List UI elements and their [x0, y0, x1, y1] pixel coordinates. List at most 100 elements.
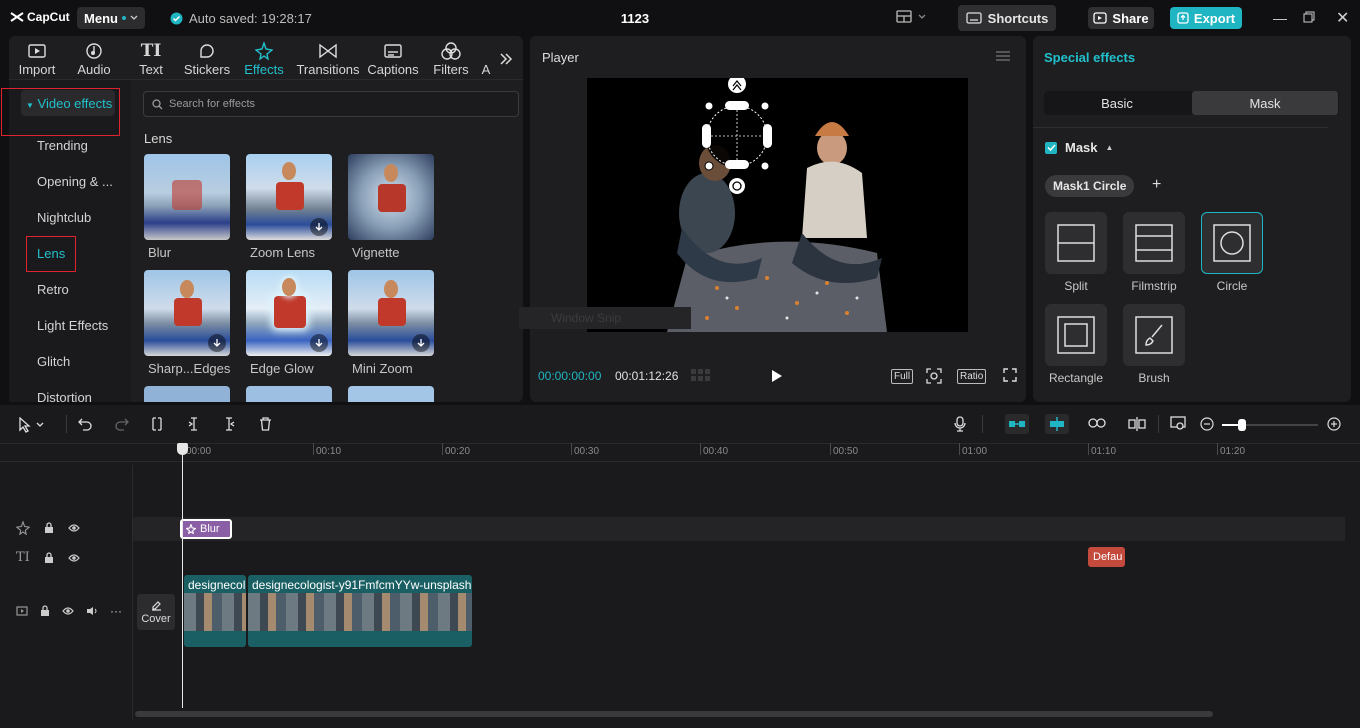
horizontal-scrollbar[interactable]	[135, 711, 1213, 717]
download-icon[interactable]	[412, 334, 430, 352]
download-icon[interactable]	[310, 334, 328, 352]
sidebar-item-distortion[interactable]: Distortion	[37, 390, 92, 405]
delete-button[interactable]	[259, 417, 272, 431]
search-icon	[152, 98, 163, 109]
media-panel: Import Audio TI Text Stickers Effects Tr…	[1, 36, 523, 405]
redo-button[interactable]	[115, 417, 129, 431]
mask-split[interactable]	[1045, 212, 1107, 274]
split-clip-icon	[152, 417, 162, 431]
video-clip[interactable]: designecologist-y91FmfcmYYw-unsplash	[248, 575, 472, 647]
sidebar-item-trending[interactable]: Trending	[37, 138, 88, 153]
highlight-box	[26, 236, 76, 272]
trim-left-button[interactable]	[188, 417, 200, 431]
effect-thumb-blur[interactable]	[144, 154, 230, 240]
full-button[interactable]: Full	[891, 369, 914, 384]
undo-button[interactable]	[78, 417, 92, 431]
zoom-slider-handle[interactable]	[1238, 419, 1246, 431]
zoom-slider[interactable]	[1222, 419, 1318, 431]
search-input[interactable]: Search for effects	[143, 91, 519, 117]
mask-circle[interactable]	[1201, 212, 1263, 274]
sidebar-item-light-effects[interactable]: Light Effects	[37, 318, 108, 333]
sticker-icon	[200, 44, 214, 58]
ratio-button[interactable]: Ratio	[957, 369, 987, 384]
video-preview[interactable]	[587, 78, 968, 332]
import-icon	[28, 44, 46, 58]
divider	[982, 415, 983, 433]
more-icon: ···	[110, 604, 122, 618]
sidebar-item-opening[interactable]: Opening & ...	[37, 174, 113, 189]
effect-thumb-edge-glow[interactable]	[246, 270, 332, 356]
tab-filters[interactable]: Filters	[423, 40, 479, 77]
playhead-handle[interactable]	[177, 443, 188, 455]
sidebar-item-glitch[interactable]: Glitch	[37, 354, 70, 369]
record-audio-button[interactable]	[954, 416, 966, 432]
tab-import[interactable]: Import	[9, 40, 65, 77]
zoom-to-fit-button[interactable]	[1170, 416, 1186, 431]
video-clip[interactable]: designecol	[184, 575, 246, 647]
trim-right-button[interactable]	[223, 417, 235, 431]
export-button[interactable]: Export	[1170, 7, 1242, 29]
mask-brush[interactable]	[1123, 304, 1185, 366]
add-mask-button[interactable]: +	[1152, 176, 1161, 194]
mask-label: Brush	[1138, 371, 1170, 385]
total-time: 00:01:12:26	[615, 369, 679, 383]
player-menu-button[interactable]	[996, 51, 1010, 61]
maximize-button[interactable]	[1303, 11, 1315, 23]
effect-thumb[interactable]	[144, 386, 230, 402]
effect-thumb-sharpen-edges[interactable]	[144, 270, 230, 356]
mask-filmstrip[interactable]	[1123, 212, 1185, 274]
effect-thumb[interactable]	[246, 386, 332, 402]
divider	[0, 461, 1360, 462]
tab-transitions[interactable]: Transitions	[294, 40, 362, 77]
select-tool[interactable]	[18, 417, 44, 433]
tab-audio[interactable]: Audio	[66, 40, 122, 77]
split-button[interactable]	[151, 417, 163, 431]
zoom-fit-button[interactable]	[926, 368, 942, 384]
segmented-tabs: Basic Mask	[1044, 91, 1339, 115]
mask-toggle[interactable]: Mask ▲	[1045, 140, 1113, 155]
tab-text[interactable]: TI Text	[123, 40, 179, 77]
ruler-label: 00:20	[445, 446, 471, 457]
cover-button[interactable]: Cover	[137, 594, 175, 630]
timeline[interactable]: 00:00 00:10 00:20 00:30 00:40 00:50 01:0…	[0, 443, 1360, 728]
rectangle-icon	[1057, 316, 1095, 354]
text-clip[interactable]: Defau	[1088, 547, 1125, 567]
window-snip-overlay: Window Snip	[519, 307, 691, 329]
main-track-magnet-toggle[interactable]	[1005, 414, 1029, 434]
effect-thumb[interactable]	[348, 386, 434, 402]
fullscreen-button[interactable]	[1003, 368, 1017, 382]
effect-clip-blur[interactable]: Blur	[180, 519, 232, 539]
zoom-out-button[interactable]	[1200, 417, 1214, 431]
hamburger-icon	[996, 51, 1010, 61]
shortcuts-button[interactable]: Shortcuts	[958, 5, 1056, 31]
effect-thumb-mini-zoom[interactable]	[348, 270, 434, 356]
tab-effects[interactable]: Effects	[236, 40, 292, 77]
link-button[interactable]	[1088, 418, 1106, 428]
expand-tabs-button[interactable]	[499, 52, 513, 66]
effect-thumb-zoom-lens[interactable]	[246, 154, 332, 240]
mask-rectangle[interactable]	[1045, 304, 1107, 366]
zoom-in-button[interactable]	[1327, 417, 1341, 431]
menu-button[interactable]: Menu	[77, 7, 145, 29]
tab-more[interactable]: A	[479, 40, 493, 77]
sidebar-item-retro[interactable]: Retro	[37, 282, 69, 297]
play-button[interactable]	[771, 369, 783, 383]
tab-stickers[interactable]: Stickers	[179, 40, 235, 77]
preview-axis-button[interactable]	[1128, 417, 1146, 431]
transitions-icon	[319, 43, 337, 59]
effect-label: Mini Zoom	[352, 361, 413, 376]
auto-snapping-toggle[interactable]	[1045, 414, 1069, 434]
close-button[interactable]: ✕	[1336, 8, 1349, 28]
layout-menu[interactable]	[896, 10, 926, 23]
tab-mask[interactable]: Mask	[1192, 91, 1338, 115]
share-button[interactable]: Share	[1088, 7, 1154, 29]
tab-basic[interactable]: Basic	[1044, 91, 1190, 115]
mask-chip[interactable]: Mask1 Circle	[1045, 175, 1135, 197]
tab-captions[interactable]: Captions	[365, 40, 421, 77]
download-icon[interactable]	[310, 218, 328, 236]
effect-thumb-vignette[interactable]	[348, 154, 434, 240]
sidebar-item-nightclub[interactable]: Nightclub	[37, 210, 91, 225]
download-icon[interactable]	[208, 334, 226, 352]
playhead[interactable]	[182, 443, 183, 708]
minimize-button[interactable]: —	[1273, 10, 1287, 26]
